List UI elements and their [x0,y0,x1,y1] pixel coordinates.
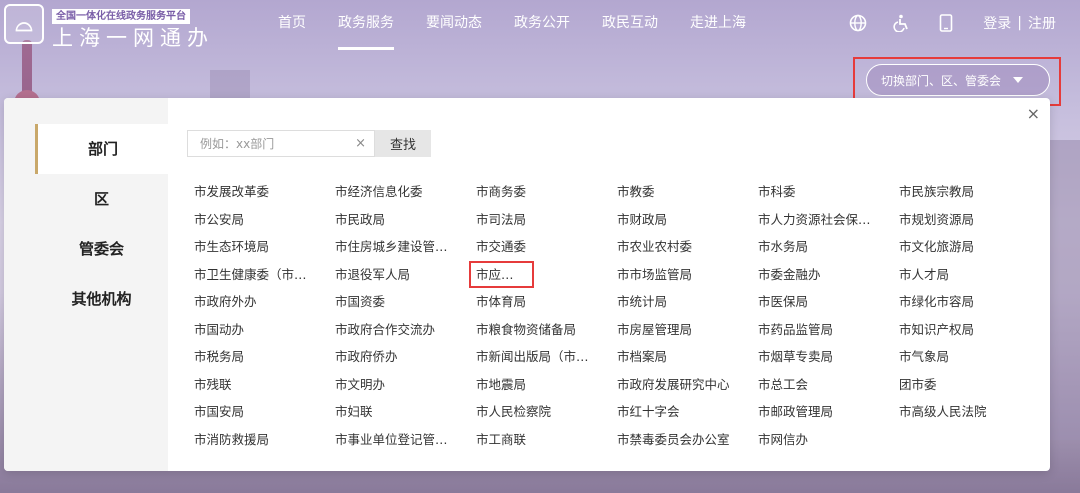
department-link[interactable]: 市医保局 [758,288,899,316]
department-link[interactable]: 市应急局 [469,260,534,288]
search-button[interactable]: 查找 [375,130,431,157]
department-link[interactable]: 市文化旅游局 [899,233,1040,261]
department-link[interactable]: 市房屋管理局 [617,316,758,344]
login-link[interactable]: 登录 [983,13,1011,33]
department-link[interactable]: 市科委 [758,178,899,206]
department-search: 例如：xx部门 × 查找 [187,130,1030,157]
department-link[interactable]: 市农业农村委 [617,233,758,261]
department-link[interactable]: 市工商联 [476,426,617,454]
auth-links: 登录 | 注册 [983,13,1056,33]
header: ⌓ 全国一体化在线政务服务平台 上海一网通办 首页 政务服务 要闻动态 政务公开… [0,0,1080,52]
department-link[interactable]: 市市场监管局 [617,261,758,289]
auth-separator: | [1017,15,1022,31]
caret-down-icon [1013,77,1024,83]
department-link[interactable]: 市规划资源局 [899,206,1040,234]
logo-emblem-icon: ⌓ [4,4,44,44]
department-link[interactable]: 市国动办 [194,316,335,344]
department-link[interactable]: 市民政局 [335,206,476,234]
nav-public-affairs[interactable]: 政务公开 [514,0,570,52]
category-sidebar: 部门 区 管委会 其他机构 [4,98,168,471]
department-link[interactable]: 市交通委 [476,233,617,261]
site-logo[interactable]: ⌓ 全国一体化在线政务服务平台 上海一网通办 [4,4,214,50]
department-link[interactable]: 市财政局 [617,206,758,234]
department-link[interactable]: 市司法局 [476,206,617,234]
switch-department-button[interactable]: 切换部门、区、管委会 [866,64,1050,96]
department-link[interactable]: 市税务局 [194,343,335,371]
department-link[interactable]: 市水务局 [758,233,899,261]
department-link[interactable]: 市教委 [617,178,758,206]
department-link[interactable]: 市粮食物资储备局 [476,316,617,344]
department-link[interactable]: 市人才局 [899,261,1040,289]
department-link[interactable]: 市政府外办 [194,288,335,316]
main-nav: 首页 政务服务 要闻动态 政务公开 政民互动 走进上海 [278,0,778,52]
department-link[interactable]: 市卫生健康委（市… [194,261,335,289]
nav-home[interactable]: 首页 [278,0,306,52]
department-link[interactable]: 市生态环境局 [194,233,335,261]
department-link[interactable]: 市人民检察院 [476,398,617,426]
clear-icon[interactable]: × [355,136,366,151]
department-link[interactable]: 市药品监管局 [758,316,899,344]
search-input[interactable]: 例如：xx部门 × [187,130,375,157]
department-link[interactable]: 市事业单位登记管… [335,426,476,454]
register-link[interactable]: 注册 [1028,13,1056,33]
department-link[interactable]: 团市委 [899,371,1040,399]
department-link[interactable]: 市政府侨办 [335,343,476,371]
tab-departments[interactable]: 部门 [35,124,168,174]
department-link[interactable]: 市国安局 [194,398,335,426]
department-link[interactable]: 市总工会 [758,371,899,399]
department-link[interactable]: 市禁毒委员会办公室 [617,426,758,454]
department-link[interactable]: 市商务委 [476,178,617,206]
department-link[interactable]: 市档案局 [617,343,758,371]
department-link[interactable]: 市邮政管理局 [758,398,899,426]
department-link[interactable]: 市经济信息化委 [335,178,476,206]
department-link[interactable]: 市体育局 [476,288,617,316]
department-link[interactable]: 市国资委 [335,288,476,316]
department-link[interactable]: 市知识产权局 [899,316,1040,344]
globe-icon[interactable] [847,12,869,34]
department-grid: 市发展改革委 市经济信息化委 市商务委 市教委 市科委 市民族宗教局 市公安局 市民政局 市司法… [194,178,1030,453]
close-icon[interactable]: × [1027,104,1040,123]
nav-news[interactable]: 要闻动态 [426,0,482,52]
department-link[interactable]: 市烟草专卖局 [758,343,899,371]
nav-interaction[interactable]: 政民互动 [602,0,658,52]
department-link[interactable]: 市人力资源社会保… [758,206,899,234]
department-link[interactable]: 市消防救援局 [194,426,335,454]
department-link[interactable]: 市住房城乡建设管… [335,233,476,261]
department-link[interactable]: 市退役军人局 [335,261,476,289]
department-link[interactable]: 市绿化市容局 [899,288,1040,316]
department-link[interactable]: 市气象局 [899,343,1040,371]
department-link[interactable]: 市政府合作交流办 [335,316,476,344]
department-content: 例如：xx部门 × 查找 市发展改革委 市经济信息化委 市商务委 市教委 市科委 市民族宗… [187,130,1030,453]
department-link[interactable]: 市公安局 [194,206,335,234]
logo-tagline: 全国一体化在线政务服务平台 [52,9,190,24]
department-link[interactable]: 市发展改革委 [194,178,335,206]
department-panel: × 部门 区 管委会 其他机构 例如：xx部门 × 查找 市发展改革委 市经济信息… [4,98,1050,471]
department-link[interactable]: 市妇联 [335,398,476,426]
logo-name: 上海一网通办 [52,26,214,50]
department-link[interactable]: 市政府发展研究中心 [617,371,758,399]
mobile-icon[interactable] [935,12,957,34]
department-link[interactable]: 市网信办 [758,426,899,454]
tab-districts[interactable]: 区 [35,174,168,224]
nav-services[interactable]: 政务服务 [338,0,394,52]
search-placeholder: 例如：xx部门 [200,137,275,151]
department-link[interactable]: 市新闻出版局（市… [476,343,617,371]
nav-about-shanghai[interactable]: 走进上海 [690,0,746,52]
department-link[interactable]: 市委金融办 [758,261,899,289]
department-link[interactable]: 市民族宗教局 [899,178,1040,206]
department-link[interactable]: 市统计局 [617,288,758,316]
accessibility-icon[interactable] [891,12,913,34]
department-link[interactable]: 市文明办 [335,371,476,399]
tab-committees[interactable]: 管委会 [35,224,168,274]
tab-other-institutions[interactable]: 其他机构 [35,274,168,324]
header-tools: 登录 | 注册 [825,0,1056,46]
department-link[interactable]: 市高级人民法院 [899,398,1040,426]
department-link[interactable]: 市地震局 [476,371,617,399]
switch-department-label: 切换部门、区、管委会 [881,73,1002,88]
department-link[interactable]: 市红十字会 [617,398,758,426]
department-link[interactable]: 市残联 [194,371,335,399]
